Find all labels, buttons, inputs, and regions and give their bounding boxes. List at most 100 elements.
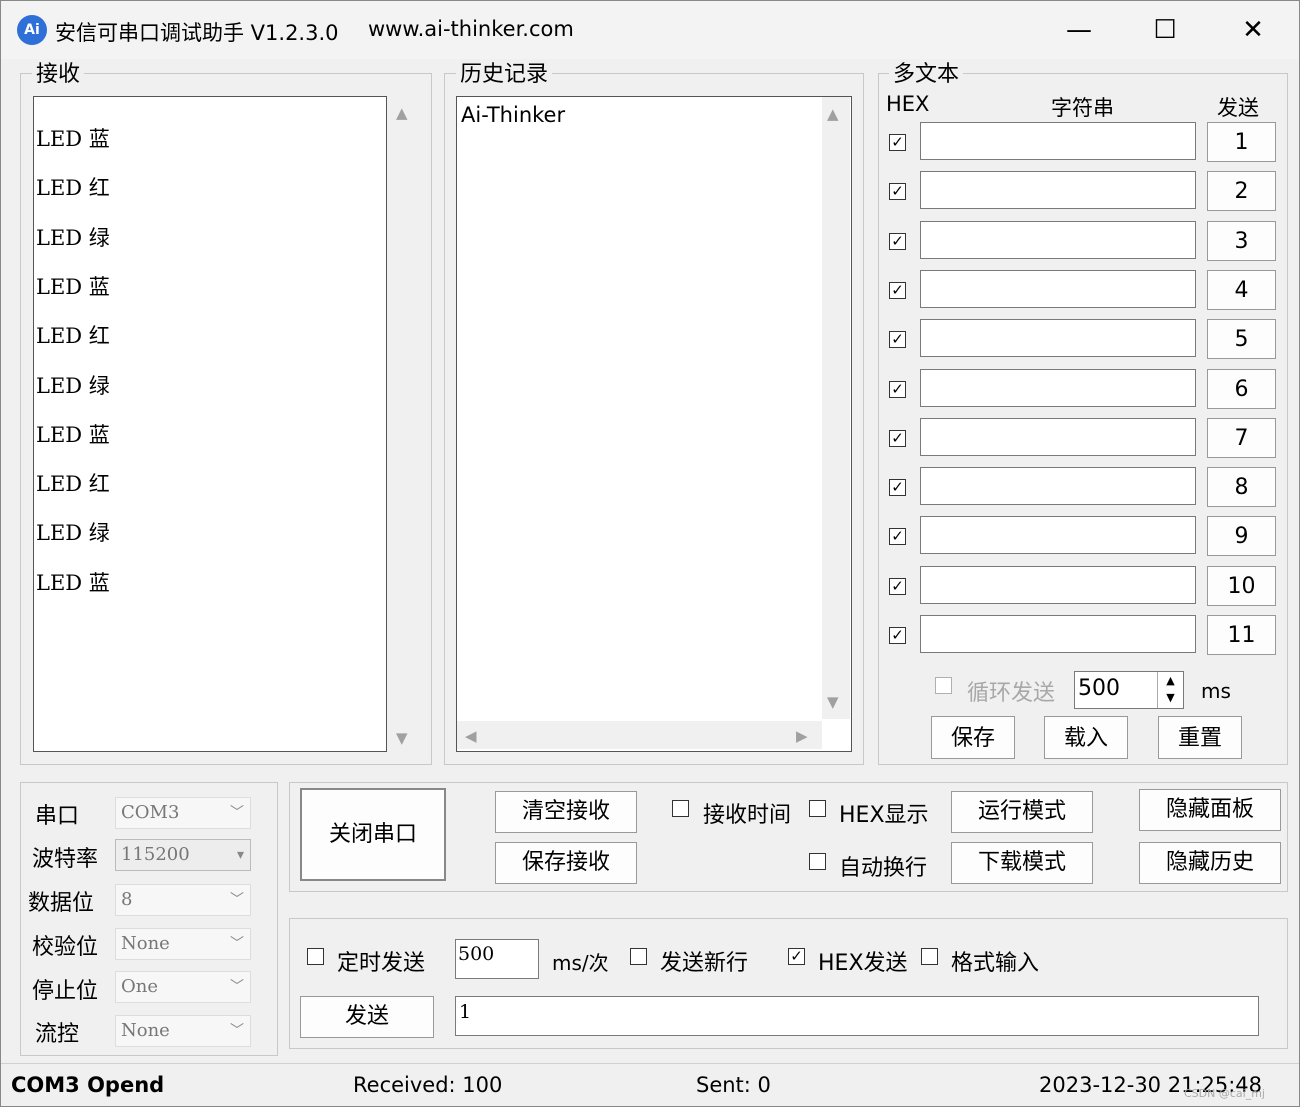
interval-unit: ms (1201, 679, 1231, 703)
receive-line: LED 绿 (36, 373, 110, 398)
hex-send-checkbox[interactable]: ✓ (788, 948, 805, 965)
parity-select[interactable]: None ﹀ (115, 928, 251, 960)
string-column-header: 字符串 (1051, 96, 1114, 120)
scroll-right-icon[interactable]: ▶ (796, 727, 808, 745)
multitext-string-input[interactable] (920, 516, 1196, 555)
send-newline-checkbox[interactable] (630, 948, 647, 965)
hex-row-checkbox[interactable]: ✓ (889, 380, 906, 398)
load-button[interactable]: 载入 (1044, 716, 1128, 759)
receive-line: LED 绿 (36, 225, 110, 250)
timed-send-label: 定时发送 (337, 951, 426, 976)
multitext-send-button[interactable]: 10 (1207, 565, 1276, 606)
baud-label: 波特率 (32, 847, 99, 872)
stopbits-select[interactable]: One ﹀ (115, 971, 251, 1003)
hide-history-button[interactable]: 隐藏历史 (1139, 842, 1281, 884)
multitext-send-button[interactable]: 6 (1207, 368, 1276, 409)
close-port-button[interactable]: 关闭串口 (300, 788, 446, 881)
receive-line: LED 蓝 (36, 274, 110, 299)
receive-time-checkbox[interactable] (672, 800, 689, 817)
history-item[interactable]: Ai-Thinker (461, 103, 565, 127)
hex-display-checkbox[interactable] (809, 800, 826, 817)
history-hscroll[interactable] (457, 721, 822, 749)
send-text-value: 1 (459, 1001, 472, 1023)
hex-row-checkbox[interactable]: ✓ (889, 331, 906, 349)
auto-newline-checkbox[interactable] (809, 853, 826, 870)
multitext-send-button[interactable]: 9 (1207, 516, 1276, 557)
hex-row-checkbox[interactable]: ✓ (889, 232, 906, 250)
scroll-up-icon[interactable]: ▲ (827, 105, 839, 123)
multitext-send-button[interactable]: 3 (1207, 220, 1276, 261)
scroll-down-icon[interactable]: ▼ (827, 693, 839, 711)
hide-panel-button[interactable]: 隐藏面板 (1139, 789, 1281, 831)
window-url: www.ai-thinker.com (368, 17, 574, 41)
clear-receive-button[interactable]: 清空接收 (495, 791, 637, 833)
receive-textarea[interactable]: LED 蓝 LED 红 LED 绿 LED 蓝 LED 红 LED 绿 LED 蓝 LED 红… (33, 96, 387, 752)
watermark: CSDN @cai_mj (1184, 1087, 1265, 1100)
chevron-down-icon: ﹀ (230, 892, 244, 908)
multitext-send-button[interactable]: 7 (1207, 417, 1276, 458)
multitext-send-button[interactable]: 2 (1207, 171, 1276, 212)
timed-send-checkbox[interactable] (307, 948, 324, 965)
multitext-string-input[interactable] (920, 122, 1196, 160)
spin-stepper[interactable]: ▲ ▼ (1157, 672, 1183, 708)
flow-select[interactable]: None ﹀ (115, 1015, 251, 1047)
download-mode-button[interactable]: 下载模式 (951, 842, 1093, 884)
port-select[interactable]: COM3 ﹀ (115, 797, 251, 829)
scroll-down-icon[interactable]: ▼ (396, 729, 408, 747)
multitext-send-button[interactable]: 1 (1207, 122, 1276, 162)
hex-row-checkbox[interactable]: ✓ (889, 627, 906, 644)
hex-row-checkbox[interactable]: ✓ (889, 134, 906, 151)
multitext-string-input[interactable] (920, 220, 1196, 259)
hex-row-checkbox[interactable]: ✓ (889, 281, 906, 299)
send-newline-label: 发送新行 (660, 951, 749, 976)
multitext-string-input[interactable] (920, 368, 1196, 407)
save-receive-button[interactable]: 保存接收 (495, 842, 637, 884)
baud-select[interactable]: 115200 ▾ (115, 839, 251, 871)
hex-row-checkbox[interactable]: ✓ (889, 429, 906, 447)
multitext-string-input[interactable] (920, 565, 1196, 604)
scroll-left-icon[interactable]: ◀ (465, 727, 477, 745)
auto-newline-label: 自动换行 (839, 856, 928, 881)
multitext-send-button[interactable]: 4 (1207, 269, 1276, 310)
multitext-string-input[interactable] (920, 269, 1196, 308)
loop-interval-input[interactable]: 500 ▲ ▼ (1074, 671, 1184, 709)
send-button[interactable]: 发送 (300, 996, 434, 1038)
multitext-send-button[interactable]: 11 (1207, 615, 1276, 655)
chevron-down-icon: ﹀ (230, 805, 244, 821)
history-list[interactable]: Ai-Thinker (456, 96, 852, 752)
title-bar: Ai 安信可串口调试助手 V1.2.3.0 www.ai-thinker.com… (1, 1, 1299, 59)
run-mode-button[interactable]: 运行模式 (951, 791, 1093, 833)
multitext-string-input[interactable] (920, 319, 1196, 358)
send-text-input[interactable]: 1 (455, 996, 1259, 1036)
multitext-string-input[interactable] (920, 417, 1196, 456)
maximize-button[interactable]: ☐ (1145, 13, 1185, 47)
chevron-down-icon: ﹀ (230, 1023, 244, 1039)
receive-line: LED 蓝 (36, 570, 110, 595)
hex-row-checkbox[interactable]: ✓ (889, 577, 906, 595)
minimize-button[interactable]: — (1059, 13, 1099, 47)
app-window: Ai 安信可串口调试助手 V1.2.3.0 www.ai-thinker.com… (0, 0, 1300, 1107)
multitext-string-input[interactable] (920, 171, 1196, 210)
databits-value: 8 (121, 889, 133, 910)
loop-send-checkbox[interactable] (935, 677, 952, 694)
hex-send-label: HEX发送 (818, 951, 908, 976)
scroll-up-icon[interactable]: ▲ (396, 104, 408, 122)
close-button[interactable]: ✕ (1233, 13, 1273, 47)
hex-row-checkbox[interactable]: ✓ (889, 479, 906, 497)
receive-line: LED 红 (36, 176, 110, 201)
parity-label: 校验位 (32, 935, 99, 960)
format-input-label: 格式输入 (951, 951, 1040, 976)
multitext-string-input[interactable] (920, 467, 1196, 506)
format-input-checkbox[interactable] (921, 948, 938, 965)
reset-button[interactable]: 重置 (1158, 716, 1242, 759)
loop-interval-value: 500 (1078, 676, 1120, 701)
history-vscroll[interactable] (822, 97, 850, 719)
databits-select[interactable]: 8 ﹀ (115, 884, 251, 916)
multitext-send-button[interactable]: 8 (1207, 467, 1276, 508)
save-button[interactable]: 保存 (931, 716, 1015, 759)
multitext-string-input[interactable] (920, 615, 1196, 653)
multitext-send-button[interactable]: 5 (1207, 319, 1276, 360)
hex-row-checkbox[interactable]: ✓ (889, 528, 906, 546)
timed-interval-input[interactable]: 500 (455, 939, 539, 979)
hex-row-checkbox[interactable]: ✓ (889, 183, 906, 201)
